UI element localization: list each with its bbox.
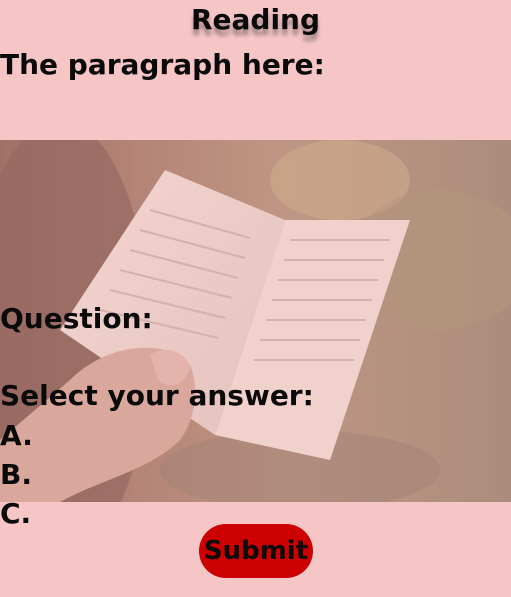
answer-prompt: Select your answer: <box>0 379 314 412</box>
page-title: Reading <box>190 3 321 36</box>
question-label: Question: <box>0 302 153 335</box>
paragraph-label: The paragraph here: <box>0 48 325 81</box>
answer-option-a[interactable]: A. <box>0 418 33 454</box>
submit-button[interactable]: Submit <box>199 524 313 578</box>
answer-option-b[interactable]: B. <box>0 457 32 493</box>
answer-option-c[interactable]: C. <box>0 496 31 532</box>
